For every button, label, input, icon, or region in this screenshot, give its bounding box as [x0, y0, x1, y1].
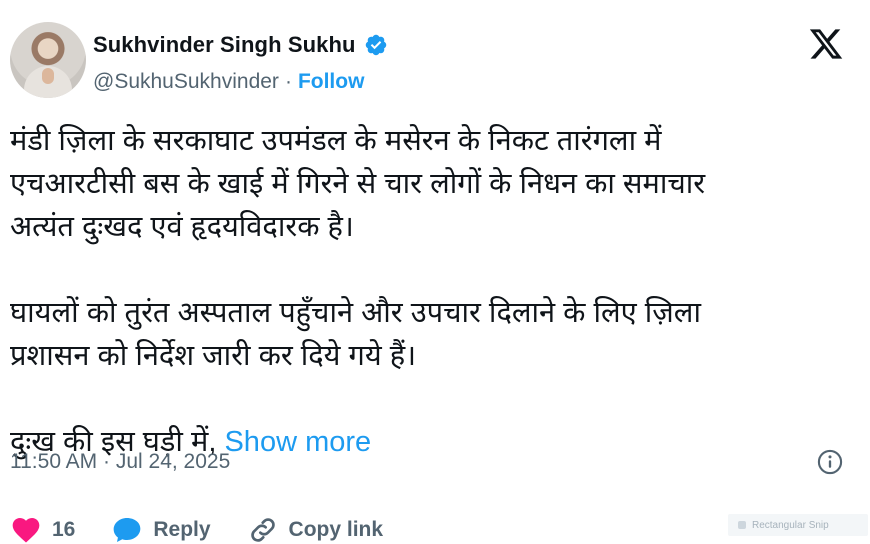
tweet-line: एचआरटीसी बस के खाई में गिरने से चार लोगो…	[10, 168, 706, 200]
author-avatar[interactable]	[10, 22, 86, 98]
tweet-header: Sukhvinder Singh Sukhu @SukhuSukhvinder …	[8, 22, 858, 102]
snip-label: Rectangular Snip	[752, 519, 829, 531]
avatar-hands	[42, 68, 54, 84]
author-handle[interactable]: @SukhuSukhvinder	[93, 70, 279, 94]
verified-badge-icon	[365, 34, 386, 56]
heart-icon	[12, 518, 40, 543]
like-button[interactable]: 16	[10, 514, 75, 544]
copy-link-button[interactable]: Copy link	[247, 514, 384, 544]
reply-label: Reply	[153, 518, 211, 541]
show-more-link[interactable]: Show more	[224, 426, 371, 458]
author-name-row: Sukhvinder Singh Sukhu	[93, 32, 388, 58]
tweet-embed-card: Sukhvinder Singh Sukhu @SukhuSukhvinder …	[0, 0, 870, 544]
reply-bubble-icon	[114, 518, 141, 542]
snip-tool-overlay: Rectangular Snip	[728, 514, 868, 536]
tweet-timestamp[interactable]: 11:50 AM · Jul 24, 2025	[10, 450, 230, 474]
tweet-line: मंडी ज़िला के सरकाघाट उपमंडल के मसेरन के…	[10, 125, 662, 157]
author-name[interactable]: Sukhvinder Singh Sukhu	[93, 32, 356, 58]
copy-link-label: Copy link	[288, 518, 384, 541]
x-logo-icon[interactable]	[808, 26, 844, 62]
snip-icon	[738, 521, 746, 529]
reply-button[interactable]: Reply	[111, 514, 211, 544]
tweet-line: प्रशासन को निर्देश जारी कर दिये गये हैं।	[10, 340, 417, 372]
handle-separator: ·	[284, 70, 292, 93]
tweet-line: अत्यंत दुःखद एवं हृदयविदारक है।	[10, 211, 354, 243]
author-handle-row: @SukhuSukhvinder · Follow	[93, 70, 364, 94]
tweet-line: घायलों को तुरंत अस्पताल पहुँचाने और उपचा…	[10, 297, 701, 329]
follow-button[interactable]: Follow	[298, 70, 365, 94]
like-count: 16	[52, 518, 76, 541]
link-icon	[250, 518, 275, 542]
tweet-body: मंडी ज़िला के सरकाघाट उपमंडल के मसेरन के…	[10, 120, 860, 464]
info-icon[interactable]	[816, 448, 844, 476]
